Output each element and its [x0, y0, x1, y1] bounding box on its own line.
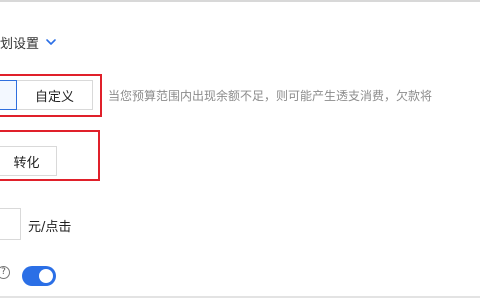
convert-option-button[interactable]: 转化	[0, 146, 57, 176]
top-divider	[0, 0, 480, 2]
segment-option-selected[interactable]	[0, 80, 17, 110]
settings-section-toggle[interactable]: 划设置	[0, 33, 57, 52]
help-circle-icon[interactable]: ?	[0, 266, 10, 279]
convert-option-label: 转化	[13, 155, 40, 171]
bid-price-input[interactable]	[0, 208, 21, 240]
settings-section-label: 划设置	[0, 36, 40, 52]
feature-toggle[interactable]	[22, 266, 56, 286]
overdraft-hint: 当您预算范围内出现余额不足，则可能产生透支消费，欠款将	[108, 89, 433, 103]
toggle-knob	[39, 269, 53, 283]
chevron-down-icon	[46, 39, 56, 45]
price-unit-label: 元/点击	[28, 220, 72, 235]
custom-option-button[interactable]: 自定义	[17, 80, 93, 110]
bottom-divider	[0, 296, 480, 298]
custom-option-label: 自定义	[34, 89, 74, 105]
